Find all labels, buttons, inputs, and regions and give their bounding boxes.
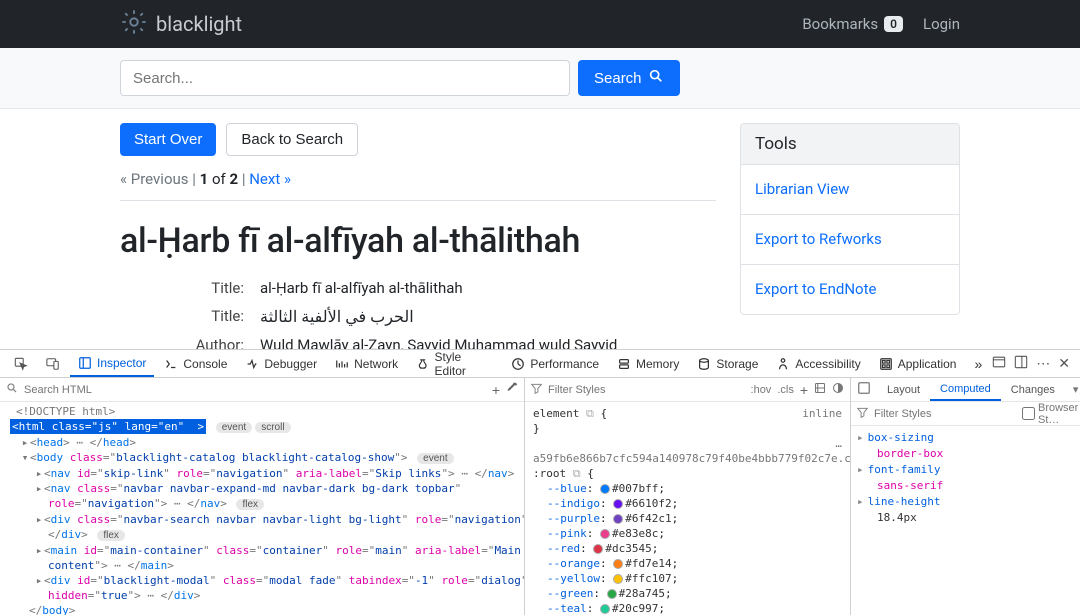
- devtools-styles-filter[interactable]: [548, 384, 745, 396]
- devtools-right-tab-changes[interactable]: Changes: [1001, 378, 1065, 401]
- devtools-tab-memory[interactable]: Memory: [609, 350, 687, 377]
- record-title: al-Ḥarb fī al-alfīyah al-thālithah: [120, 221, 716, 261]
- devtools-tabs-right: ⋯ ✕: [992, 355, 1074, 372]
- back-to-search-button[interactable]: Back to Search: [226, 123, 358, 156]
- start-over-button[interactable]: Start Over: [120, 123, 216, 156]
- bookmarks-link[interactable]: Bookmarks 0: [802, 15, 903, 33]
- devtools-right-tab-computed[interactable]: Computed: [930, 378, 1001, 401]
- devtools-computed-list[interactable]: ▸box-sizingborder-box▸font-familysans-se…: [851, 426, 1080, 530]
- tools-link[interactable]: Export to EndNote: [741, 265, 959, 314]
- devtools-tab-accessibility[interactable]: Accessibility: [768, 350, 868, 377]
- pager-pos: 1: [200, 170, 209, 188]
- devtools-styles-panel: :hov .cls + element ⧉ {inline}…a59fb6e86…: [525, 378, 851, 615]
- devtools-tab-application[interactable]: Application: [871, 350, 965, 377]
- action-row: Start Over Back to Search: [120, 123, 716, 156]
- search-input[interactable]: [120, 60, 570, 96]
- devtools-tab-inspector[interactable]: Inspector: [70, 350, 154, 377]
- devtools-overflow[interactable]: »: [966, 350, 990, 377]
- topbar-right: Bookmarks 0 Login: [802, 15, 960, 33]
- pager-of: of: [212, 170, 226, 188]
- devtools-styles-toolbar: :hov .cls +: [525, 378, 850, 402]
- pager: « Previous | 1 of 2 | Next »: [120, 170, 716, 188]
- field-value: al-Ḥarb fī al-alfīyah al-thālithah: [260, 279, 716, 297]
- devtools-tab-debugger[interactable]: Debugger: [237, 350, 325, 377]
- field-value: الحرب في الألفية الثالثة: [260, 307, 716, 326]
- devtools-tab-network[interactable]: Network: [327, 350, 406, 377]
- eyedropper-icon[interactable]: [506, 382, 518, 397]
- devtools-tab-storage[interactable]: Storage: [689, 350, 766, 377]
- tools-links: Librarian ViewExport to RefworksExport t…: [741, 165, 959, 314]
- searchbar: Search: [0, 48, 1080, 109]
- devtools-html-search[interactable]: [24, 384, 486, 396]
- devtools-tab-console[interactable]: Console: [156, 350, 235, 377]
- search-icon: [648, 68, 664, 88]
- tools-link[interactable]: Librarian View: [741, 165, 959, 215]
- pager-total: 2: [230, 170, 239, 188]
- bookmarks-label: Bookmarks: [802, 15, 878, 33]
- field-label: Title:: [120, 279, 260, 297]
- main-column: Start Over Back to Search « Previous | 1…: [120, 123, 716, 354]
- devtools-iframe-icon[interactable]: [992, 355, 1006, 372]
- devtools-styles-rules[interactable]: element ⧉ {inline}…a59fb6e866b7cfc594a14…: [525, 402, 850, 615]
- devtools-html-toolbar: +: [0, 378, 524, 402]
- devtools-right-tabs: LayoutComputedChanges▾: [851, 378, 1080, 402]
- cls-toggle[interactable]: .cls: [777, 384, 794, 396]
- side-column: Tools Librarian ViewExport to RefworksEx…: [740, 123, 960, 354]
- pager-prev: « Previous: [120, 170, 189, 188]
- devtools-picker[interactable]: [6, 350, 36, 377]
- devtools-html-panel: + <!DOCTYPE html><html class="js" lang="…: [0, 378, 525, 615]
- divider: [120, 200, 716, 201]
- devtools-more-icon[interactable]: ⋯: [1036, 355, 1050, 372]
- devtools-computed-toolbar: Browser St…: [851, 402, 1080, 426]
- devtools-html-tree[interactable]: <!DOCTYPE html><html class="js" lang="en…: [0, 402, 524, 615]
- brand[interactable]: blacklight: [120, 8, 242, 41]
- devtools-tab-performance[interactable]: Performance: [503, 350, 607, 377]
- record-metadata: Title:al-Ḥarb fī al-alfīyah al-thālithah…: [120, 279, 716, 354]
- devtools-right-tab-layout[interactable]: Layout: [877, 378, 930, 401]
- devtools-dock-icon[interactable]: [1014, 355, 1028, 372]
- browser-styles-checkbox[interactable]: Browser St…: [1022, 402, 1078, 426]
- devtools: InspectorConsoleDebuggerNetworkStyle Edi…: [0, 349, 1080, 615]
- light-dark-icon[interactable]: [832, 382, 844, 397]
- add-icon[interactable]: +: [492, 382, 500, 398]
- login-link[interactable]: Login: [923, 15, 960, 33]
- brand-icon: [120, 8, 148, 41]
- devtools-body: + <!DOCTYPE html><html class="js" lang="…: [0, 378, 1080, 615]
- search-icon: [6, 382, 18, 397]
- devtools-rdm[interactable]: [38, 350, 68, 377]
- search-button-label: Search: [594, 70, 642, 87]
- devtools-computed-filter[interactable]: [874, 408, 1016, 420]
- pager-next[interactable]: Next »: [249, 170, 291, 188]
- tools-link[interactable]: Export to Refworks: [741, 215, 959, 265]
- hov-toggle[interactable]: :hov: [751, 384, 772, 396]
- bookmarks-count: 0: [884, 16, 903, 32]
- brand-label: blacklight: [156, 12, 242, 36]
- filter-icon: [857, 407, 868, 421]
- field-label: Title:: [120, 307, 260, 326]
- tools-box: Tools Librarian ViewExport to RefworksEx…: [740, 123, 960, 315]
- devtools-tab-style-editor[interactable]: Style Editor: [408, 350, 501, 377]
- filter-icon: [531, 383, 542, 397]
- tools-header: Tools: [741, 124, 959, 165]
- search-button[interactable]: Search: [578, 60, 680, 96]
- devtools-close-icon[interactable]: ✕: [1058, 355, 1070, 372]
- topbar: blacklight Bookmarks 0 Login: [0, 0, 1080, 48]
- add-rule-icon[interactable]: +: [800, 382, 808, 398]
- devtools-tabs: InspectorConsoleDebuggerNetworkStyle Edi…: [0, 350, 1080, 378]
- print-media-icon[interactable]: [814, 382, 826, 397]
- page: Start Over Back to Search « Previous | 1…: [0, 109, 1080, 354]
- devtools-computed-panel: LayoutComputedChanges▾ Browser St… ▸box-…: [851, 378, 1080, 615]
